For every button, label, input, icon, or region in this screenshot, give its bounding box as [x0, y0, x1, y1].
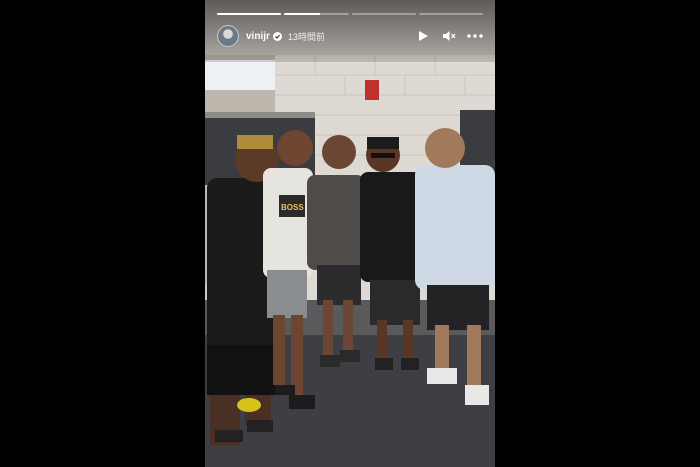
progress-segment-fill	[217, 13, 282, 15]
story-header: vinijr 13時間前	[217, 24, 483, 48]
more-options-icon[interactable]	[467, 28, 483, 44]
progress-segment-fill	[284, 13, 320, 15]
verified-badge-icon	[272, 31, 282, 41]
progress-segment	[351, 13, 416, 15]
group-photo-image: BOSS	[205, 0, 495, 467]
progress-segment	[418, 13, 483, 15]
story-card[interactable]: BOSS vinijr 13時間前	[205, 0, 495, 467]
story-viewer: BOSS vinijr 13時間前	[0, 0, 700, 467]
progress-segment	[217, 13, 282, 15]
play-icon[interactable]	[415, 28, 431, 44]
post-time: 13時間前	[287, 31, 325, 42]
progress-segment	[284, 13, 349, 15]
story-progress-bar	[217, 13, 483, 15]
svg-text:BOSS: BOSS	[281, 203, 304, 212]
profile-avatar[interactable]	[217, 25, 239, 47]
username[interactable]: vinijr	[246, 31, 270, 42]
mute-icon[interactable]	[441, 28, 457, 44]
